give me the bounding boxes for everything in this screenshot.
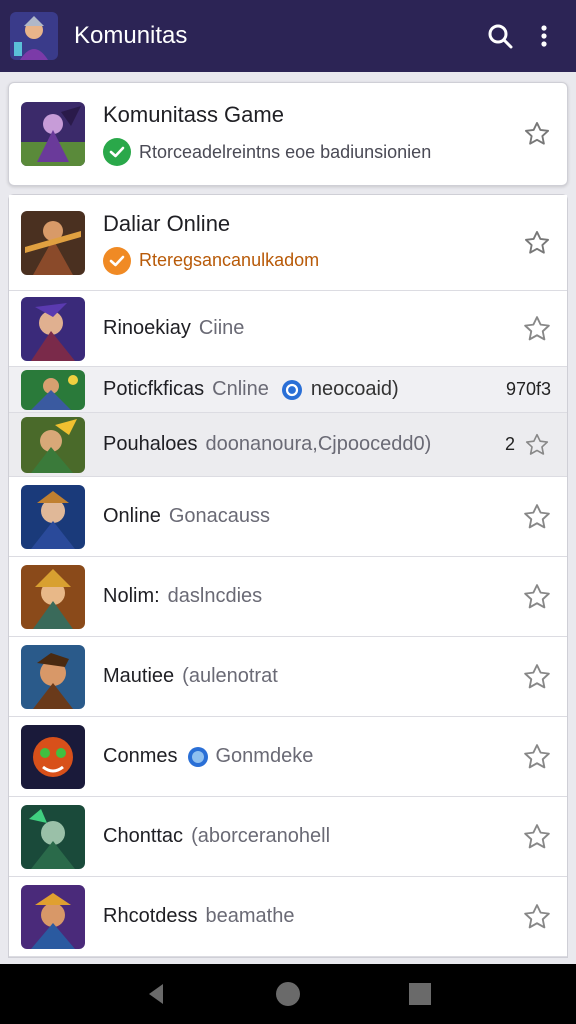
favorite-button[interactable] <box>519 427 555 463</box>
game-avatar-icon <box>21 644 85 709</box>
back-icon <box>149 984 163 1004</box>
favorite-button[interactable] <box>519 499 555 535</box>
star-outline-icon <box>524 121 550 145</box>
list-item-badge-text: neocoaid) <box>310 378 399 400</box>
game-avatar-icon <box>21 564 85 629</box>
list-item-count: 2 <box>504 434 515 454</box>
list-item-title: Pouhaloes <box>103 433 198 455</box>
list-item-detail: beamathe <box>205 905 295 927</box>
favorite-button[interactable] <box>519 116 555 152</box>
star-outline-icon <box>524 583 550 608</box>
favorite-button[interactable] <box>519 659 555 695</box>
list-item[interactable]: Nolim: daslncdies <box>9 557 567 637</box>
recents-button[interactable] <box>400 974 440 1014</box>
search-button[interactable] <box>478 14 522 58</box>
community-subtitle: Rtorceadelreintns eoe badiunsionien <box>139 141 432 162</box>
favorite-button[interactable] <box>519 899 555 935</box>
list-item-detail: (aulenotrat <box>182 665 278 687</box>
favorite-button[interactable] <box>519 225 555 261</box>
list-item[interactable]: Chonttac (aborceranohell <box>9 797 567 877</box>
check-circle-icon <box>103 138 131 166</box>
globe-badge-icon <box>187 746 209 768</box>
check-circle-icon <box>103 246 131 275</box>
system-nav-bar <box>0 964 576 1024</box>
favorite-button[interactable] <box>519 819 555 855</box>
game-avatar-icon <box>21 102 85 166</box>
recents-icon <box>409 983 431 1005</box>
game-avatar-icon <box>21 296 85 361</box>
list-item-title: Rinoekiay <box>103 317 191 339</box>
home-button[interactable] <box>268 974 308 1014</box>
star-outline-icon <box>524 743 550 768</box>
list-item-title: Mautiee <box>103 665 175 687</box>
list-item-detail: doonanoura,Cjpoocedd0) <box>205 433 432 455</box>
more-options-button[interactable] <box>522 14 566 58</box>
list-item-title: Online <box>103 505 161 527</box>
home-icon <box>276 982 300 1006</box>
list-item[interactable]: Rhcotdess beamathe <box>9 877 567 957</box>
featured-community-card[interactable]: Komunitass Game Rtorceadelreintns eoe ba… <box>8 82 568 186</box>
community-list[interactable]: Komunitass Game Rtorceadelreintns eoe ba… <box>0 72 576 964</box>
game-avatar-icon <box>21 484 85 549</box>
game-avatar-icon <box>21 884 85 949</box>
star-outline-icon <box>524 663 550 688</box>
favorite-button[interactable] <box>519 311 555 347</box>
app-bar: Komunitas <box>0 0 576 72</box>
game-avatar-icon <box>21 369 85 410</box>
gear-badge-icon <box>281 379 303 401</box>
list-item-subtitle: Rteregsancanulkadom <box>139 250 320 270</box>
star-outline-icon <box>524 315 550 340</box>
list-item-detail: Gonmdeke <box>215 745 314 767</box>
list-item[interactable]: Pouhaloes doonanoura,Cjpoocedd0) 2 <box>9 413 567 477</box>
list-item-title: Daliar Online <box>103 210 231 236</box>
game-avatar-icon <box>21 724 85 789</box>
list-item-title: Nolim: <box>103 585 160 607</box>
community-title: Komunitass Game <box>103 102 284 127</box>
list-item-count: 970f3 <box>505 379 551 399</box>
list-item-detail: Cnline <box>212 378 269 400</box>
list-item[interactable]: Rinoekiay Ciine <box>9 291 567 367</box>
community-group: Daliar Online Rteregsancanulkadom Rinoek… <box>8 194 568 958</box>
favorite-button[interactable] <box>519 739 555 775</box>
list-item[interactable]: Online Gonacauss <box>9 477 567 557</box>
app-logo-icon <box>10 12 58 60</box>
list-item-title: Chonttac <box>103 825 184 847</box>
game-avatar-icon <box>21 210 85 275</box>
back-button[interactable] <box>136 974 176 1014</box>
favorite-button[interactable] <box>519 579 555 615</box>
star-outline-icon <box>524 503 550 528</box>
app-title: Komunitas <box>74 22 188 49</box>
list-item[interactable]: Conmes Gonmdeke <box>9 717 567 797</box>
game-avatar-icon <box>21 804 85 869</box>
more-vert-icon <box>541 25 547 47</box>
list-item-title: Poticfkficas <box>103 378 205 400</box>
list-item-detail: Gonacauss <box>168 505 270 527</box>
game-avatar-icon <box>21 416 85 473</box>
star-outline-icon <box>524 823 550 848</box>
list-item[interactable]: Mautiee (aulenotrat <box>9 637 567 717</box>
star-outline-icon <box>524 230 550 254</box>
list-item[interactable]: Daliar Online Rteregsancanulkadom <box>9 195 567 291</box>
list-item-detail: daslncdies <box>167 585 263 607</box>
search-icon <box>488 24 513 49</box>
star-outline-icon <box>524 903 550 928</box>
list-item-detail: Ciine <box>198 317 245 339</box>
star-outline-icon <box>525 433 549 455</box>
list-item-title: Rhcotdess <box>103 905 198 927</box>
list-item[interactable]: Poticfkficas Cnline neocoaid) 970f3 <box>9 367 567 413</box>
list-item-detail: (aborceranohell <box>191 825 331 847</box>
list-item-title: Conmes <box>103 745 178 767</box>
